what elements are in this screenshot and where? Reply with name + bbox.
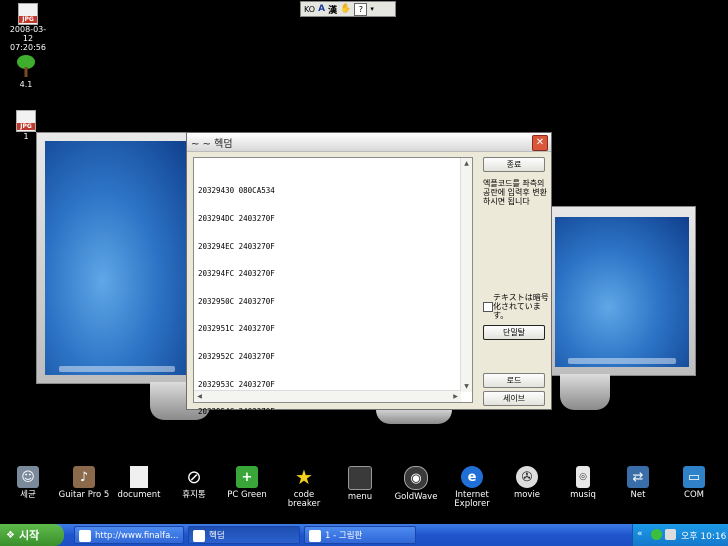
dock-item-pc-green[interactable]: + PC Green [217, 466, 277, 500]
wallpaper-monitor-right [548, 206, 696, 376]
mac-finder-icon: ☺ [17, 466, 39, 488]
code-line: 2032954C 2403270F [198, 407, 275, 417]
taskbar-item-paint[interactable]: 1 - 그림판 [304, 526, 416, 544]
dock-item-movie[interactable]: ✇ movie [497, 466, 557, 500]
star-icon: ★ [295, 464, 313, 489]
convert-button[interactable]: 단밀탈 [483, 325, 545, 340]
computer-icon: ▭ [683, 466, 705, 488]
dock-item-com[interactable]: ▭ COM [664, 466, 724, 500]
close-icon[interactable]: ✕ [532, 135, 548, 151]
jpg-file-icon: JPG [18, 3, 38, 25]
scroll-left-icon[interactable]: ◀ [194, 391, 205, 402]
scroll-down-icon[interactable]: ▼ [461, 381, 472, 392]
desktop-icon-label: 07:20:56 [10, 43, 46, 52]
help-icon[interactable]: ? [354, 2, 368, 16]
tray-expand-icon[interactable]: « [637, 529, 643, 539]
code-line: 2032952C 2403270F [198, 352, 275, 362]
network-icon: ⇄ [627, 466, 649, 488]
end-button[interactable]: 종료 [483, 157, 545, 172]
taskbar-item-hexdump[interactable]: 헥덤 [188, 526, 300, 544]
ime-toolbar[interactable]: KO A 漢 ✋ ? ▾ [300, 1, 396, 17]
monitor-stand [560, 374, 610, 410]
paint-icon [309, 530, 321, 542]
dock-item-code-breaker[interactable]: ★ code breaker [274, 466, 334, 509]
tree-icon [17, 55, 35, 77]
encrypted-checkbox[interactable] [483, 302, 493, 312]
code-line: 203294EC 2403270F [198, 241, 275, 251]
taskbar-item-browser[interactable]: http://www.finalfa... [74, 526, 184, 544]
dock-item-finder[interactable]: ☺ 세균 [0, 466, 58, 500]
document-icon [130, 466, 148, 488]
ime-menu-arrow-icon[interactable]: ▾ [370, 5, 374, 13]
dialog-title: ~ ~ 헥덤 [191, 138, 233, 150]
pc-green-icon: + [236, 466, 258, 488]
code-lines[interactable]: 20329430 080CA534 203294DC 2403270F 2032… [198, 168, 275, 463]
vertical-scrollbar[interactable]: ▲ ▼ [460, 158, 472, 392]
internet-explorer-icon [79, 530, 91, 542]
desktop-icon-tree[interactable]: 4.1 [8, 54, 44, 89]
desktop-icon-label: 4.1 [19, 80, 33, 89]
clock[interactable]: 오후 10:16 [681, 529, 726, 542]
dock-item-menu[interactable]: menu [330, 466, 390, 502]
save-button[interactable]: 세이브 [483, 391, 545, 406]
apple-menu-icon [348, 466, 372, 490]
code-line: 2032951C 2403270F [198, 324, 275, 334]
windows-logo-icon: ❖ [6, 529, 15, 541]
scroll-up-icon[interactable]: ▲ [461, 158, 472, 169]
dock-item-guitar-pro[interactable]: ♪ Guitar Pro 5 [54, 466, 114, 500]
code-line: 20329430 080CA534 [198, 186, 275, 196]
hex-converter-dialog: ~ ~ 헥덤 ✕ 20329430 080CA534 203294DC 2403… [186, 132, 552, 444]
dock-item-musiq[interactable]: ◎ musiq [553, 466, 613, 500]
monitor-screen [555, 217, 689, 367]
desktop-icon-label: 2008-03-12 [9, 25, 47, 43]
encrypted-checkbox-label: テキストは暗号化されています。 [493, 293, 549, 320]
code-line: 2032955C 2403270F [198, 434, 275, 444]
monitor-screen [45, 141, 189, 375]
taskbar: ❖ 시작 http://www.finalfa... 헥덤 1 - 그림판 « … [0, 524, 728, 546]
hand-icon[interactable]: ✋ [340, 4, 351, 14]
film-reel-icon: ✇ [516, 466, 538, 488]
dialog-titlebar[interactable]: ~ ~ 헥덤 [187, 133, 551, 152]
code-line: 2032953C 2403270F [198, 379, 275, 389]
code-line: 203294FC 2403270F [198, 269, 275, 279]
dock-item-document[interactable]: document [109, 466, 169, 500]
ime-a-icon[interactable]: A [318, 4, 325, 14]
code-textarea[interactable]: 20329430 080CA534 203294DC 2403270F 2032… [193, 157, 473, 444]
ime-mode-label[interactable]: KO [304, 5, 315, 14]
tray-icon-green[interactable] [651, 529, 662, 540]
app-window-icon [193, 530, 205, 542]
jpg-file-icon: JPG [16, 110, 36, 132]
scroll-right-icon[interactable]: ▶ [450, 391, 461, 402]
dock-item-goldwave[interactable]: ◉ GoldWave [386, 466, 446, 502]
monitor-stand [376, 408, 452, 424]
guitar-pro-icon: ♪ [73, 466, 95, 488]
dock-item-trash[interactable]: ⊘ 휴지통 [164, 466, 224, 500]
wallpaper-monitor-left [36, 132, 198, 384]
prohibited-icon: ⊘ [186, 466, 202, 488]
hanja-icon[interactable]: 漢 [328, 3, 337, 16]
goldwave-icon: ◉ [404, 466, 428, 490]
dock-item-net[interactable]: ⇄ Net [608, 466, 668, 500]
start-button[interactable]: ❖ 시작 [0, 524, 64, 546]
code-line: 2032950C 2403270F [198, 296, 275, 306]
horizontal-scrollbar[interactable]: ◀ ▶ [194, 390, 461, 402]
instruction-text: 엑플코드를 좌측의 공란에 입력후 변환하시면 됩니다 [483, 179, 547, 206]
code-line: 203294DC 2403270F [198, 214, 275, 224]
internet-explorer-icon: e [461, 466, 483, 488]
ipod-icon: ◎ [576, 466, 590, 488]
desktop-icon-jpg-1[interactable]: JPG 2008-03-12 07:20:56 [6, 3, 50, 52]
system-tray: « 오후 10:16 [632, 524, 728, 546]
load-button[interactable]: 로드 [483, 373, 545, 388]
dock-item-internet-explorer[interactable]: e Internet Explorer [442, 466, 502, 509]
tray-icon-network[interactable] [665, 529, 676, 540]
